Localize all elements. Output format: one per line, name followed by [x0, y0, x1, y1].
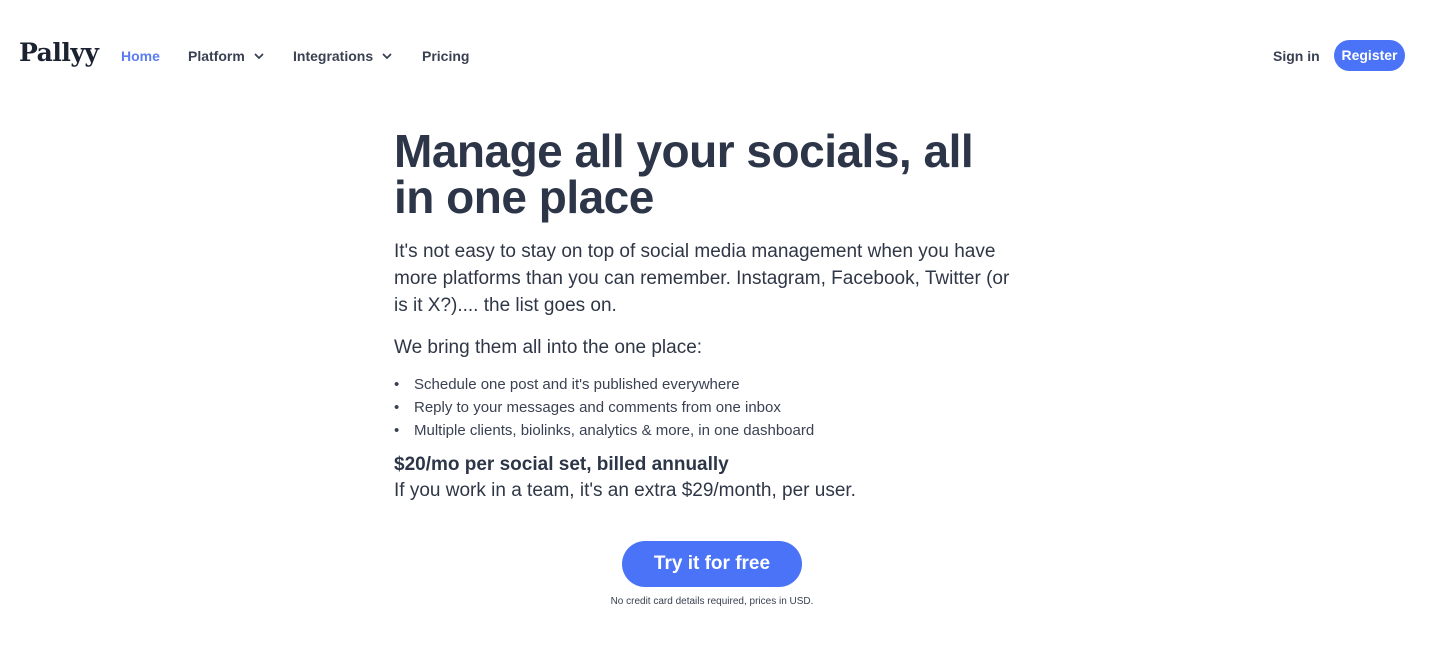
nav-item-integrations[interactable]: Integrations — [293, 46, 393, 66]
nav-item-home[interactable]: Home — [121, 46, 160, 66]
nav-item-platform[interactable]: Platform — [188, 46, 265, 66]
price-line: $20/mo per social set, billed annually — [394, 454, 729, 475]
top-navigation: Pallyy Home Platform Integrations Pricin… — [0, 0, 1430, 110]
team-price-line: If you work in a team, it's an extra $29… — [394, 480, 856, 501]
sign-in-link[interactable]: Sign in — [1273, 46, 1320, 66]
hero-intro: It's not easy to stay on top of social m… — [394, 241, 1010, 316]
nav-item-label: Integrations — [293, 48, 374, 64]
chevron-down-icon — [381, 50, 393, 62]
chevron-down-icon — [253, 50, 265, 62]
register-button[interactable]: Register — [1334, 40, 1405, 71]
pricing-disclaimer: No credit card details required, prices … — [610, 596, 814, 607]
bring-line: We bring them all into the one place: — [394, 337, 703, 358]
pallyy-logo[interactable]: Pallyy — [19, 38, 99, 68]
nav-item-pricing[interactable]: Pricing — [422, 46, 469, 66]
nav-item-label: Platform — [188, 48, 245, 64]
hero-section: Manage all your socials, all in one plac… — [394, 128, 1034, 504]
feature-item: Schedule one post and it's published eve… — [394, 373, 1034, 396]
nav-item-label: Pricing — [422, 48, 470, 64]
try-free-button[interactable]: Try it for free — [622, 541, 802, 587]
feature-item: Multiple clients, biolinks, analytics & … — [394, 419, 1034, 442]
nav-item-label: Home — [121, 48, 160, 64]
feature-item: Reply to your messages and comments from… — [394, 396, 1034, 419]
hero-headline: Manage all your socials, all in one plac… — [394, 125, 974, 223]
feature-list: Schedule one post and it's published eve… — [394, 373, 1034, 442]
